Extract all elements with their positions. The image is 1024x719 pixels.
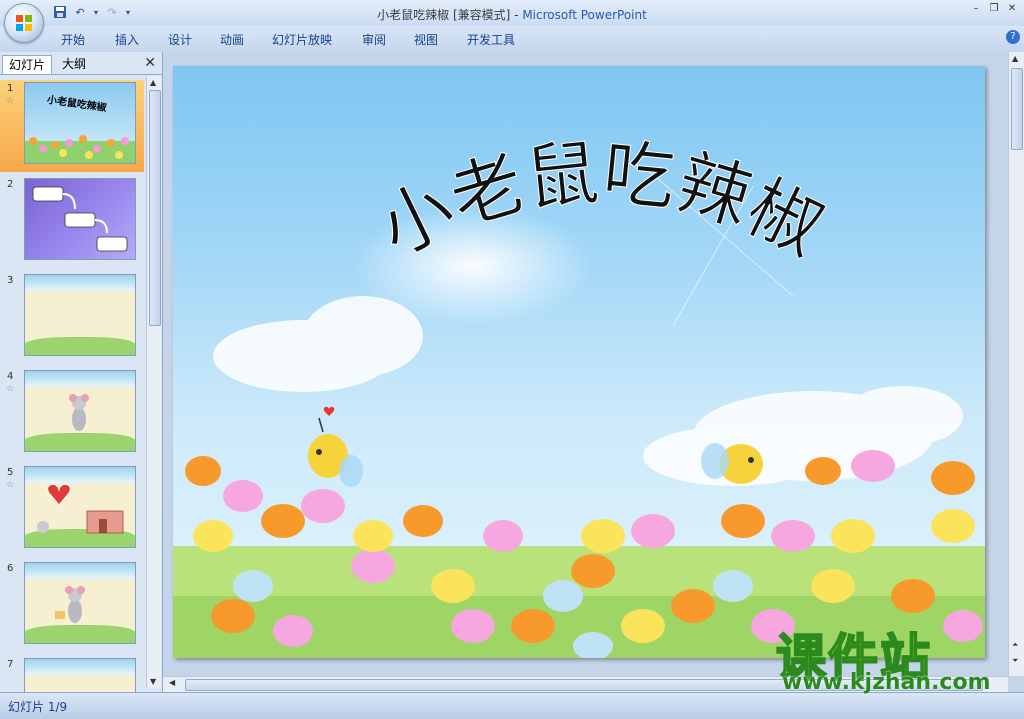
tab-animations[interactable]: 动画 xyxy=(220,31,244,48)
title-separator: - xyxy=(510,8,523,22)
watermark-url: www.kjzhan.com xyxy=(782,670,991,695)
bee-right xyxy=(701,443,763,484)
scrollbar-thumb[interactable] xyxy=(1011,68,1023,150)
slide-indicator: 幻灯片 1/9 xyxy=(8,700,68,714)
mouse-icon xyxy=(55,586,85,623)
house-and-heart-graphic xyxy=(37,484,124,534)
slide-number: 5 xyxy=(7,467,14,478)
slide-thumbnail-image xyxy=(24,466,136,548)
thumbnails-scrollbar[interactable]: ▲ ▼ xyxy=(146,76,161,688)
animation-star-icon: ☆ xyxy=(6,480,15,490)
previous-slide-icon[interactable]: ⏶ xyxy=(1012,640,1018,650)
slide-thumbnail-4[interactable]: 4 ☆ xyxy=(0,368,144,460)
flowchart-graphic xyxy=(32,186,128,252)
slide-thumbnail-3[interactable]: 3 xyxy=(0,272,144,364)
current-slide[interactable]: 小老鼠吃辣椒 xyxy=(173,66,985,658)
tab-insert[interactable]: 插入 xyxy=(115,31,139,48)
tab-review[interactable]: 审阅 xyxy=(362,31,386,48)
slide-number: 2 xyxy=(7,179,14,190)
ribbon-tab-bar: 开始 插入 设计 动画 幻灯片放映 审阅 视图 开发工具 xyxy=(0,26,1024,53)
animation-star-icon: ☆ xyxy=(6,384,15,394)
close-panel-icon[interactable]: ✕ xyxy=(144,55,156,71)
close-icon[interactable]: ✕ xyxy=(1004,2,1020,16)
document-title: 小老鼠吃辣椒 [兼容模式] xyxy=(377,8,511,22)
slide-title[interactable]: 小老鼠吃辣椒 xyxy=(365,130,836,273)
slide-thumbnail-5[interactable]: 5 ☆ xyxy=(0,464,144,556)
slides-panel: 幻灯片 大纲 ✕ 1 ☆ 小老鼠吃辣椒 2 3 4 ☆ 5 ☆ 6 7 ▲ ▼ xyxy=(0,52,163,692)
help-icon[interactable]: ? xyxy=(1006,30,1020,44)
slide-thumbnail-image xyxy=(24,562,136,644)
slide-number: 7 xyxy=(7,659,14,670)
slide-thumbnail-7[interactable]: 7 xyxy=(0,656,144,692)
bee-left xyxy=(308,406,363,487)
restore-icon[interactable]: ❐ xyxy=(986,2,1002,16)
animation-star-icon: ☆ xyxy=(6,96,15,106)
panel-tabs: 幻灯片 大纲 ✕ xyxy=(0,54,162,75)
slide-number: 3 xyxy=(7,275,14,286)
app-name: Microsoft PowerPoint xyxy=(522,8,647,22)
slide-background-graphic: 小老鼠吃辣椒 xyxy=(173,130,985,658)
scroll-down-icon[interactable]: ▼ xyxy=(150,677,156,686)
slide-thumbnail-6[interactable]: 6 xyxy=(0,560,144,652)
tab-design[interactable]: 设计 xyxy=(168,31,192,48)
tab-slides[interactable]: 幻灯片 xyxy=(2,55,53,74)
slide-vertical-scrollbar[interactable]: ▲ ⏶ ⏷ xyxy=(1008,52,1024,676)
scroll-up-icon[interactable]: ▲ xyxy=(1012,54,1018,63)
slide-thumbnail-1[interactable]: 1 ☆ 小老鼠吃辣椒 xyxy=(0,80,144,172)
minimize-icon[interactable]: – xyxy=(968,2,984,16)
title-bar: ↶ ▾ ↷ ▾ 小老鼠吃辣椒 [兼容模式] - Microsoft PowerP… xyxy=(0,0,1024,26)
mouse-icon xyxy=(69,394,89,431)
slide-thumbnail-image xyxy=(24,370,136,452)
scrollbar-thumb[interactable] xyxy=(149,90,161,326)
slide-thumbnail-image xyxy=(24,274,136,356)
slide-thumbnail-image: 小老鼠吃辣椒 xyxy=(24,82,136,164)
tab-outline[interactable]: 大纲 xyxy=(56,55,92,73)
tab-slide-show[interactable]: 幻灯片放映 xyxy=(272,31,332,48)
slide-editor: 小老鼠吃辣椒 xyxy=(163,52,1008,676)
slide-thumbnail-image xyxy=(24,658,136,692)
slide-thumbnail-image xyxy=(24,178,136,260)
slide-number: 1 xyxy=(7,83,14,94)
scroll-up-icon[interactable]: ▲ xyxy=(150,78,156,87)
tab-developer[interactable]: 开发工具 xyxy=(467,31,515,48)
slide-number: 6 xyxy=(7,563,14,574)
office-button[interactable] xyxy=(4,3,44,43)
tab-home[interactable]: 开始 xyxy=(61,31,85,48)
scroll-left-icon[interactable]: ◀ xyxy=(169,678,175,687)
tab-view[interactable]: 视图 xyxy=(414,31,438,48)
watermark: 课件站 www.kjzhan.com xyxy=(775,618,1008,698)
next-slide-icon[interactable]: ⏷ xyxy=(1012,656,1018,666)
slide-thumbnails: 1 ☆ 小老鼠吃辣椒 2 3 4 ☆ 5 ☆ 6 7 xyxy=(0,76,144,692)
window-title: 小老鼠吃辣椒 [兼容模式] - Microsoft PowerPoint xyxy=(0,6,1024,23)
slide-number: 4 xyxy=(7,371,14,382)
office-logo-icon xyxy=(16,15,32,31)
tulip-field-graphic xyxy=(25,135,135,163)
window-controls: – ❐ ✕ xyxy=(968,2,1020,16)
slide-thumbnail-2[interactable]: 2 xyxy=(0,176,144,268)
